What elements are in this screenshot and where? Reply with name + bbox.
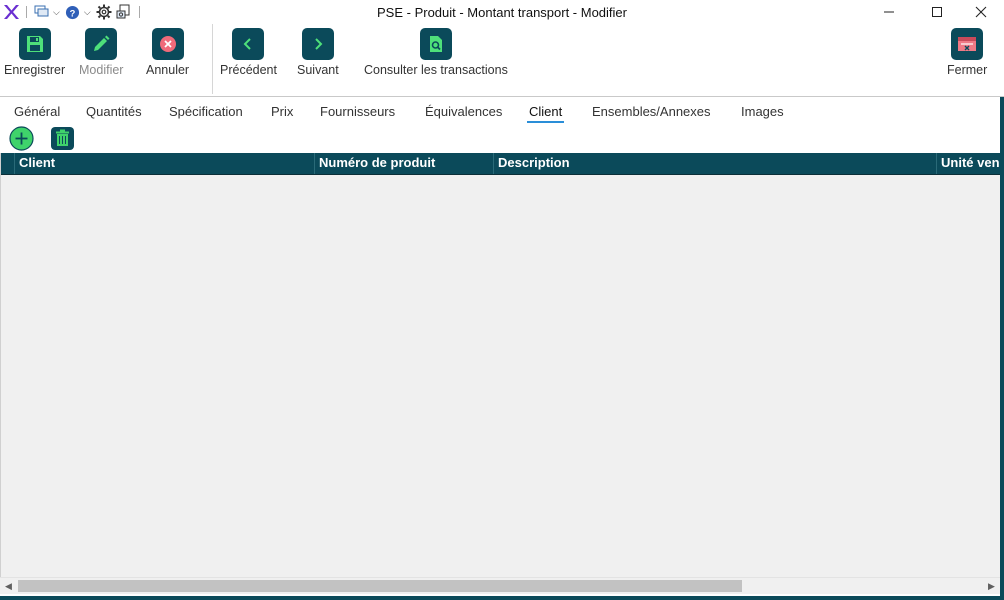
horizontal-scrollbar[interactable]: ◀ ▶	[0, 577, 1000, 594]
tab-bar: Général Quantités Spécification Prix Fou…	[0, 100, 1004, 126]
view-transactions-button[interactable]: Consulter les transactions	[364, 28, 508, 77]
toolbar-bottom-divider	[0, 96, 1004, 97]
previous-button[interactable]: Précédent	[220, 28, 277, 77]
close-form-icon	[951, 28, 984, 60]
tab-specification[interactable]: Spécification	[169, 104, 243, 119]
edit-button[interactable]: Modifier	[79, 28, 123, 77]
column-header-description[interactable]: Description	[494, 153, 937, 174]
close-window-button[interactable]	[958, 0, 1004, 24]
column-header-product-number[interactable]: Numéro de produit	[315, 153, 494, 174]
cancel-button[interactable]: Annuler	[146, 28, 189, 77]
save-label: Enregistrer	[4, 63, 66, 77]
tab-general[interactable]: Général	[14, 104, 60, 119]
view-transactions-label: Consulter les transactions	[364, 63, 508, 77]
close-label: Fermer	[947, 63, 988, 77]
plus-icon	[9, 126, 34, 151]
scrollbar-thumb[interactable]	[18, 580, 742, 592]
next-label: Suivant	[297, 63, 339, 77]
window-border-bottom	[0, 596, 1004, 600]
save-button[interactable]: Enregistrer	[4, 28, 65, 77]
pencil-icon	[85, 28, 118, 60]
maximize-button[interactable]	[914, 0, 960, 24]
scroll-left-icon[interactable]: ◀	[0, 578, 17, 595]
delete-row-button[interactable]	[50, 126, 75, 151]
tab-quantites[interactable]: Quantités	[86, 104, 142, 119]
add-row-button[interactable]	[9, 126, 34, 151]
tab-prix[interactable]: Prix	[271, 104, 293, 119]
tab-images[interactable]: Images	[741, 104, 784, 119]
row-selector-header	[1, 153, 15, 174]
save-icon	[18, 28, 51, 60]
grid-header-border	[1, 174, 1001, 175]
edit-label: Modifier	[79, 63, 124, 77]
column-header-sales-unit[interactable]: Unité ven	[937, 153, 1001, 174]
trash-icon	[51, 127, 74, 150]
grid-actions	[9, 126, 75, 151]
toolbar: Enregistrer Modifier Annuler Précédent S…	[0, 24, 1004, 96]
toolbar-divider	[212, 24, 213, 94]
window-title: PSE - Produit - Montant transport - Modi…	[377, 5, 627, 20]
column-header-client[interactable]: Client	[15, 153, 315, 174]
cancel-label: Annuler	[146, 63, 190, 77]
cancel-icon	[151, 28, 184, 60]
grid-header: Client Numéro de produit Description Uni…	[1, 153, 1001, 174]
title-bar: ⌵ ? ⌵ PSE - Produit - Montant transport …	[0, 0, 1004, 24]
tab-client[interactable]: Client	[526, 104, 565, 123]
tab-ensembles-annexes[interactable]: Ensembles/Annexes	[592, 104, 711, 119]
tab-equivalences[interactable]: Équivalences	[425, 104, 502, 119]
chevron-left-icon	[232, 28, 265, 60]
tab-fournisseurs[interactable]: Fournisseurs	[320, 104, 395, 119]
customer-grid[interactable]: Client Numéro de produit Description Uni…	[0, 153, 1001, 577]
window-border-right	[1000, 97, 1004, 600]
minimize-button[interactable]	[866, 0, 912, 24]
document-search-icon	[419, 28, 452, 60]
scroll-right-icon[interactable]: ▶	[983, 578, 1000, 595]
close-button[interactable]: Fermer	[947, 28, 987, 77]
next-button[interactable]: Suivant	[297, 28, 339, 77]
previous-label: Précédent	[220, 63, 277, 77]
chevron-right-icon	[301, 28, 334, 60]
